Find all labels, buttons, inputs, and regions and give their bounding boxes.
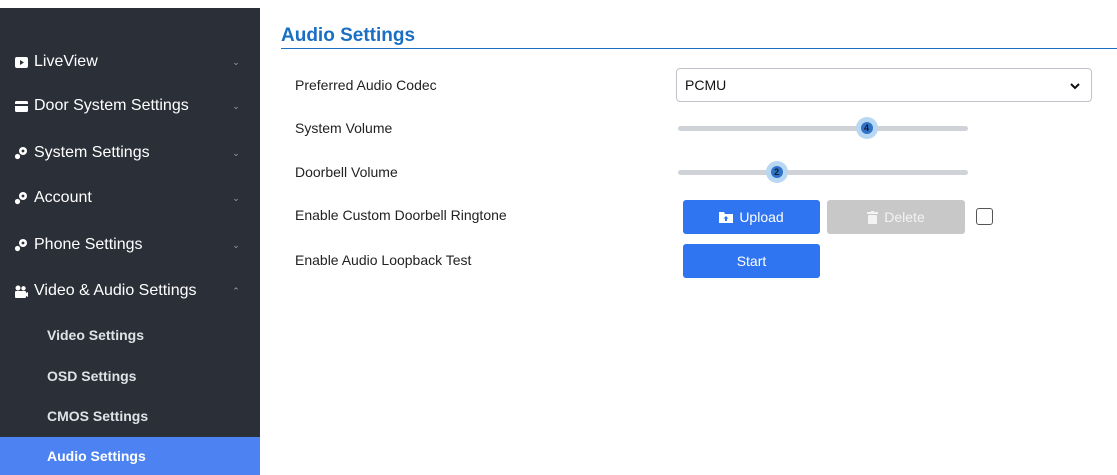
slider-handle[interactable]: 4 bbox=[855, 117, 878, 139]
sidebar-item-label: Door System Settings bbox=[34, 97, 189, 114]
sidebar-item-label: LiveView bbox=[34, 53, 98, 70]
sidebar-item-phone-settings[interactable]: Phone Settings ⌄ bbox=[0, 223, 260, 267]
sidebar-item-door-system-settings[interactable]: Door System Settings ⌄ bbox=[0, 84, 260, 128]
wrench-icon bbox=[14, 191, 28, 205]
video-audio-icon bbox=[14, 284, 28, 298]
start-button-label: Start bbox=[736, 253, 767, 269]
sidebar-subitem-cmos-settings[interactable]: CMOS Settings bbox=[0, 396, 260, 436]
sidebar-item-label: System Settings bbox=[34, 144, 150, 161]
start-button[interactable]: Start bbox=[683, 244, 820, 278]
delete-button-label: Delete bbox=[884, 209, 925, 225]
sidebar-top-strip bbox=[0, 0, 260, 8]
chevron-down-icon: ⌄ bbox=[232, 56, 240, 67]
chevron-down-icon: ⌄ bbox=[232, 100, 240, 111]
slider-handle[interactable]: 2 bbox=[765, 161, 788, 183]
chevron-down-icon bbox=[1069, 79, 1081, 95]
upload-button[interactable]: Upload bbox=[683, 200, 820, 234]
delete-button[interactable]: Delete bbox=[827, 200, 965, 234]
sidebar-item-label: Video & Audio Settings bbox=[34, 282, 197, 299]
trash-icon bbox=[867, 210, 879, 224]
sidebar-subitem-audio-settings[interactable]: Audio Settings bbox=[0, 437, 260, 475]
chevron-up-icon: ⌃ bbox=[232, 285, 240, 296]
doorbell-volume-slider[interactable]: 2 bbox=[678, 161, 968, 185]
folder-upload-icon bbox=[719, 211, 734, 223]
sidebar-item-video-audio-settings[interactable]: Video & Audio Settings ⌃ bbox=[0, 269, 260, 313]
slider-track bbox=[678, 126, 968, 131]
sidebar-item-label: Account bbox=[34, 189, 92, 206]
system-volume-slider[interactable]: 4 bbox=[678, 117, 968, 141]
custom-ringtone-label: Enable Custom Doorbell Ringtone bbox=[295, 207, 507, 223]
slider-value: 2 bbox=[770, 166, 783, 178]
audio-codec-select[interactable]: PCMU bbox=[676, 68, 1092, 102]
wrench-icon bbox=[14, 238, 28, 252]
slider-track bbox=[678, 170, 968, 175]
title-divider bbox=[281, 48, 1117, 49]
codec-label: Preferred Audio Codec bbox=[295, 77, 437, 93]
main-content: Audio Settings Preferred Audio Codec PCM… bbox=[260, 0, 1117, 475]
page-title: Audio Settings bbox=[281, 25, 416, 46]
audio-codec-value: PCMU bbox=[685, 77, 727, 93]
loopback-label: Enable Audio Loopback Test bbox=[295, 252, 472, 268]
chevron-down-icon: ⌄ bbox=[232, 192, 240, 203]
doorbell-volume-label: Doorbell Volume bbox=[295, 164, 398, 180]
sidebar-item-system-settings[interactable]: System Settings ⌄ bbox=[0, 131, 260, 175]
sidebar: LiveView ⌄ Door System Settings ⌄ System… bbox=[0, 0, 260, 475]
upload-button-label: Upload bbox=[739, 209, 784, 225]
sidebar-subitem-video-settings[interactable]: Video Settings bbox=[0, 315, 260, 355]
custom-ringtone-checkbox[interactable] bbox=[976, 208, 993, 225]
chevron-down-icon: ⌄ bbox=[232, 147, 240, 158]
tv-icon bbox=[14, 55, 28, 69]
sidebar-item-liveview[interactable]: LiveView ⌄ bbox=[0, 40, 260, 84]
sidebar-item-label: Phone Settings bbox=[34, 236, 143, 253]
slider-value: 4 bbox=[860, 122, 873, 134]
sidebar-subitem-osd-settings[interactable]: OSD Settings bbox=[0, 356, 260, 396]
door-system-icon bbox=[14, 99, 28, 113]
wrench-icon bbox=[14, 146, 28, 160]
sidebar-item-account[interactable]: Account ⌄ bbox=[0, 176, 260, 220]
system-volume-label: System Volume bbox=[295, 120, 393, 136]
chevron-down-icon: ⌄ bbox=[232, 239, 240, 250]
